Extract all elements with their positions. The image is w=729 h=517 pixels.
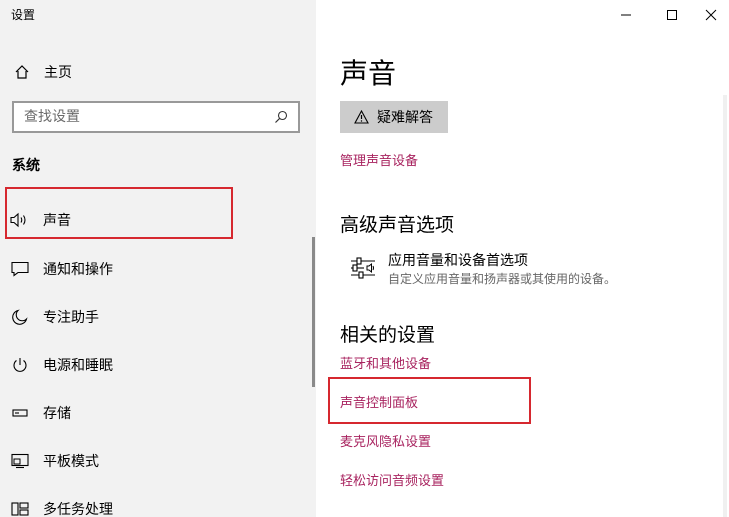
sidebar-item-label: 声音: [43, 213, 71, 229]
troubleshoot-label: 疑难解答: [377, 110, 433, 126]
sidebar-item-notifications[interactable]: 通知和操作: [0, 249, 314, 289]
section-label-system: 系统: [12, 158, 40, 174]
search-box[interactable]: [12, 101, 300, 133]
sidebar-item-label: 通知和操作: [43, 262, 113, 278]
speaker-icon: [10, 210, 30, 230]
sidebar-item-storage[interactable]: 存储: [0, 393, 314, 433]
sidebar-item-focus-assist[interactable]: 专注助手: [0, 297, 314, 337]
minimize-button[interactable]: [603, 0, 649, 30]
sidebar: 设置 主页 系统 声音 通知和操作 专注助手 电源和睡眠: [0, 0, 316, 517]
sidebar-item-label: 平板模式: [43, 454, 99, 470]
manage-sound-devices-link[interactable]: 管理声音设备: [340, 150, 418, 169]
home-label: 主页: [44, 65, 72, 81]
microphone-privacy-link[interactable]: 麦克风隐私设置: [340, 431, 431, 450]
message-icon: [10, 259, 30, 279]
main-scrollbar-track[interactable]: [723, 95, 727, 517]
maximize-button[interactable]: [649, 0, 695, 30]
home-link[interactable]: 主页: [12, 60, 72, 84]
window-title: 设置: [11, 8, 36, 22]
app-volume-title: 应用音量和设备首选项: [388, 253, 528, 269]
sidebar-item-tablet-mode[interactable]: 平板模式: [0, 441, 314, 481]
related-settings-title: 相关的设置: [340, 324, 436, 346]
sidebar-scrollbar[interactable]: [312, 237, 315, 387]
page-title: 声音: [340, 57, 397, 90]
app-volume-preferences-item[interactable]: 应用音量和设备首选项 自定义应用音量和扬声器或其使用的设备。: [350, 252, 616, 288]
tablet-mode-icon: [10, 451, 30, 471]
power-icon: [10, 355, 30, 375]
sidebar-item-sound[interactable]: 声音: [0, 200, 314, 240]
moon-icon: [10, 307, 30, 327]
sidebar-item-label: 专注助手: [43, 310, 99, 326]
close-button[interactable]: [693, 0, 729, 30]
sliders-icon: [350, 256, 376, 282]
app-volume-description: 自定义应用音量和扬声器或其使用的设备。: [388, 272, 617, 286]
sound-control-panel-link[interactable]: 声音控制面板: [340, 392, 418, 411]
sidebar-item-label: 电源和睡眠: [43, 358, 113, 374]
sidebar-item-label: 多任务处理: [43, 502, 113, 517]
main-panel: 声音 疑难解答 管理声音设备 高级声音选项 应用音量和设备首选项 自定义应用音量…: [316, 0, 729, 517]
search-input[interactable]: [24, 109, 272, 125]
search-icon[interactable]: [272, 108, 290, 126]
sidebar-item-label: 存储: [43, 406, 71, 422]
bluetooth-devices-link[interactable]: 蓝牙和其他设备: [340, 353, 431, 372]
multitask-icon: [10, 499, 30, 517]
ease-of-access-audio-link[interactable]: 轻松访问音频设置: [340, 470, 444, 489]
sidebar-item-power-sleep[interactable]: 电源和睡眠: [0, 345, 314, 385]
sidebar-item-multitasking[interactable]: 多任务处理: [0, 489, 314, 517]
troubleshoot-button[interactable]: 疑难解答: [340, 101, 448, 133]
storage-icon: [10, 403, 30, 423]
warning-icon: [353, 109, 369, 125]
advanced-sound-options-title: 高级声音选项: [340, 214, 455, 236]
home-icon: [12, 62, 32, 82]
